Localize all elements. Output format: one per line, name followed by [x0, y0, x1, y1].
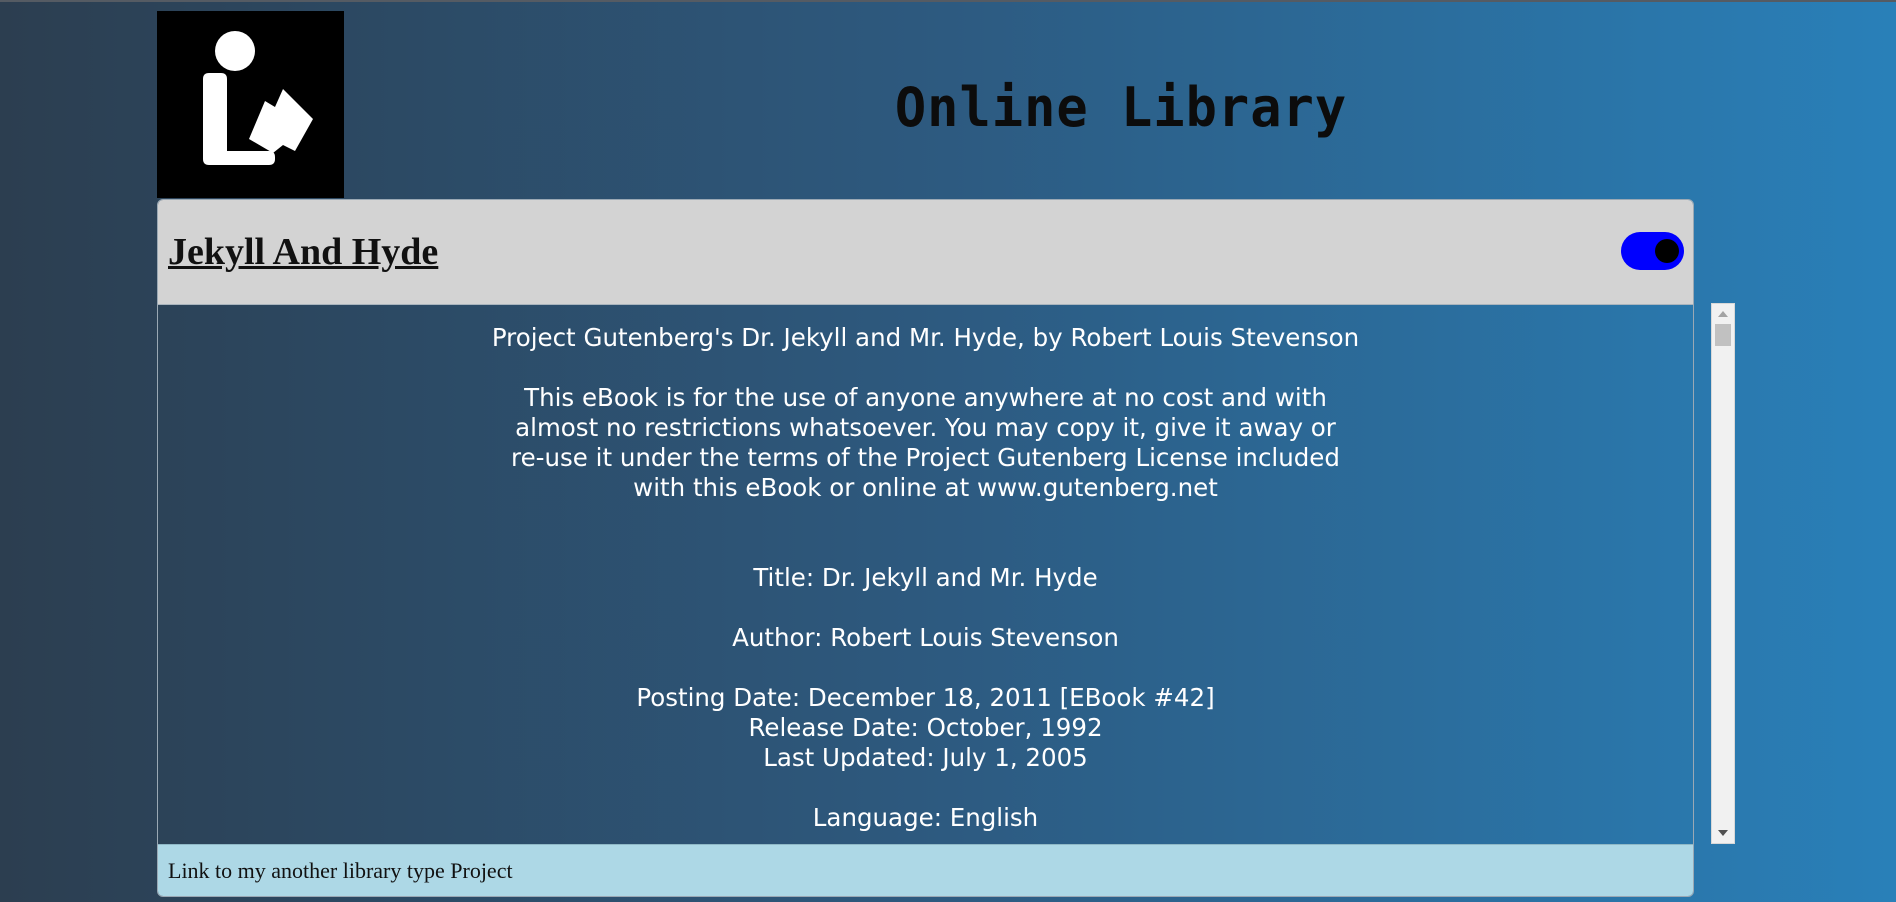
title-line: Title: Dr. Jekyll and Mr. Hyde — [753, 563, 1098, 592]
library-logo — [157, 11, 344, 198]
scroll-up-arrow-icon[interactable] — [1712, 306, 1734, 322]
window-top-border — [0, 0, 1896, 2]
license-line-2: almost no restrictions whatsoever. You m… — [515, 413, 1336, 442]
library-reader-icon — [203, 31, 313, 165]
book-text-area[interactable]: Project Gutenberg's Dr. Jekyll and Mr. H… — [158, 305, 1693, 843]
license-line-1: This eBook is for the use of anyone anyw… — [524, 383, 1327, 412]
gutenberg-intro-line: Project Gutenberg's Dr. Jekyll and Mr. H… — [491, 323, 1360, 352]
site-title: Online Library — [894, 76, 1348, 140]
author-line: Author: Robert Louis Stevenson — [732, 623, 1119, 652]
release-date-line: Release Date: October, 1992 — [748, 713, 1103, 742]
last-updated-line: Last Updated: July 1, 2005 — [763, 743, 1088, 772]
theme-toggle[interactable] — [1621, 232, 1684, 270]
card-header: Jekyll And Hyde — [158, 200, 1693, 305]
license-line-4: with this eBook or online at www.gutenbe… — [633, 473, 1218, 502]
toggle-knob — [1655, 239, 1679, 263]
scroll-down-arrow-icon[interactable] — [1712, 825, 1734, 841]
book-card: Jekyll And Hyde Project Gutenberg's Dr. … — [157, 199, 1694, 897]
posting-date-line: Posting Date: December 18, 2011 [EBook #… — [636, 683, 1215, 712]
text-scrollbar[interactable] — [1711, 303, 1735, 844]
language-line: Language: English — [812, 803, 1039, 832]
card-footer: Link to my another library type Project — [158, 844, 1693, 896]
book-title-link[interactable]: Jekyll And Hyde — [168, 230, 438, 274]
other-library-link[interactable]: Link to my another library type Project — [168, 858, 513, 884]
scroll-thumb[interactable] — [1715, 324, 1731, 346]
license-line-3: re-use it under the terms of the Project… — [511, 443, 1340, 472]
